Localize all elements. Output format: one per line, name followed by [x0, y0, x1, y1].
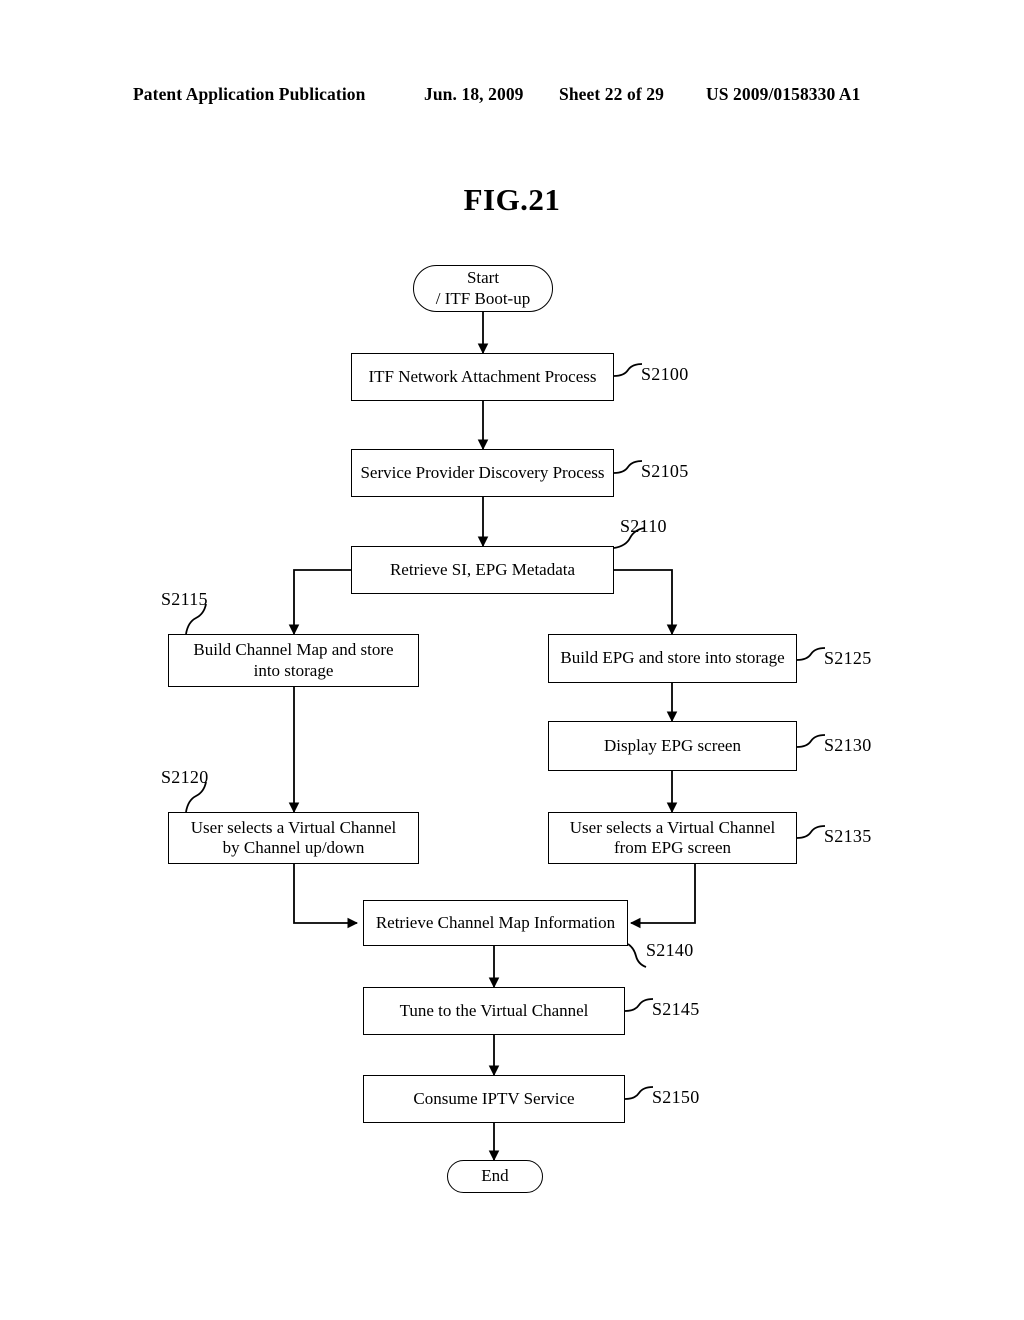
- connector-s2110-to-s2125: [614, 569, 678, 636]
- flow-node-user-selects-epg-line1: User selects a Virtual Channel: [569, 817, 776, 837]
- leader-s2105: [613, 460, 643, 474]
- step-ref-s2110: S2110: [620, 516, 667, 536]
- step-ref-s2120: S2120: [161, 767, 209, 787]
- step-ref-s2140: S2140: [646, 940, 694, 960]
- flow-node-consume-iptv-service: Consume IPTV Service: [363, 1075, 625, 1123]
- flow-node-service-provider-discovery-process: Service Provider Discovery Process: [351, 449, 614, 497]
- flow-node-retrieve-channel-map-information: Retrieve Channel Map Information: [363, 900, 628, 946]
- flow-node-start-line2: / ITF Boot-up: [435, 288, 531, 308]
- leader-s2140: [627, 943, 647, 968]
- step-ref-s2100: S2100: [641, 364, 689, 384]
- flow-node-build-channel-map: Build Channel Map and store into storage: [168, 634, 419, 687]
- step-ref-s2130: S2130: [824, 735, 872, 755]
- flow-node-user-selects-updown-line2: by Channel up/down: [222, 838, 365, 857]
- flow-node-start-line1: Start: [466, 268, 500, 288]
- step-ref-s2135: S2135: [824, 826, 872, 846]
- flow-node-build-channel-map-line1: Build Channel Map and store: [193, 640, 394, 660]
- step-ref-s2105: S2105: [641, 461, 689, 481]
- leader-s2130: [796, 734, 826, 748]
- leader-s2145: [624, 998, 654, 1012]
- step-ref-s2145: S2145: [652, 999, 700, 1019]
- flow-node-build-channel-map-line2: into storage: [253, 660, 334, 680]
- flow-node-retrieve-si-epg-metadata: Retrieve SI, EPG Metadata: [351, 546, 614, 594]
- flow-node-user-selects-channel-from-epg: User selects a Virtual Channel from EPG …: [548, 812, 797, 864]
- leader-s2150: [624, 1086, 654, 1100]
- step-ref-s2115: S2115: [161, 589, 208, 609]
- connector-s2120-to-s2140: [293, 864, 359, 929]
- leader-s2135: [796, 825, 826, 839]
- flow-node-user-selects-channel-updown: User selects a Virtual Channel by Channe…: [168, 812, 419, 864]
- flow-node-display-epg-screen: Display EPG screen: [548, 721, 797, 771]
- flow-node-start: Start / ITF Boot-up: [413, 265, 553, 312]
- flow-node-tune-to-virtual-channel: Tune to the Virtual Channel: [363, 987, 625, 1035]
- flow-node-itf-network-attachment-process: ITF Network Attachment Process: [351, 353, 614, 401]
- flow-node-end: End: [447, 1160, 543, 1193]
- flow-node-user-selects-updown-line1: User selects a Virtual Channel: [190, 817, 397, 837]
- patent-sheet-page: Patent Application Publication Jun. 18, …: [0, 0, 1024, 1320]
- leader-s2100: [613, 363, 643, 377]
- flow-node-build-epg: Build EPG and store into storage: [548, 634, 797, 683]
- leader-s2125: [796, 647, 826, 661]
- step-ref-s2150: S2150: [652, 1087, 700, 1107]
- connector-s2110-to-s2115: [288, 569, 352, 636]
- flow-node-user-selects-epg-line2: from EPG screen: [613, 838, 732, 857]
- connector-s2135-to-s2140: [629, 864, 696, 929]
- step-ref-s2125: S2125: [824, 648, 872, 668]
